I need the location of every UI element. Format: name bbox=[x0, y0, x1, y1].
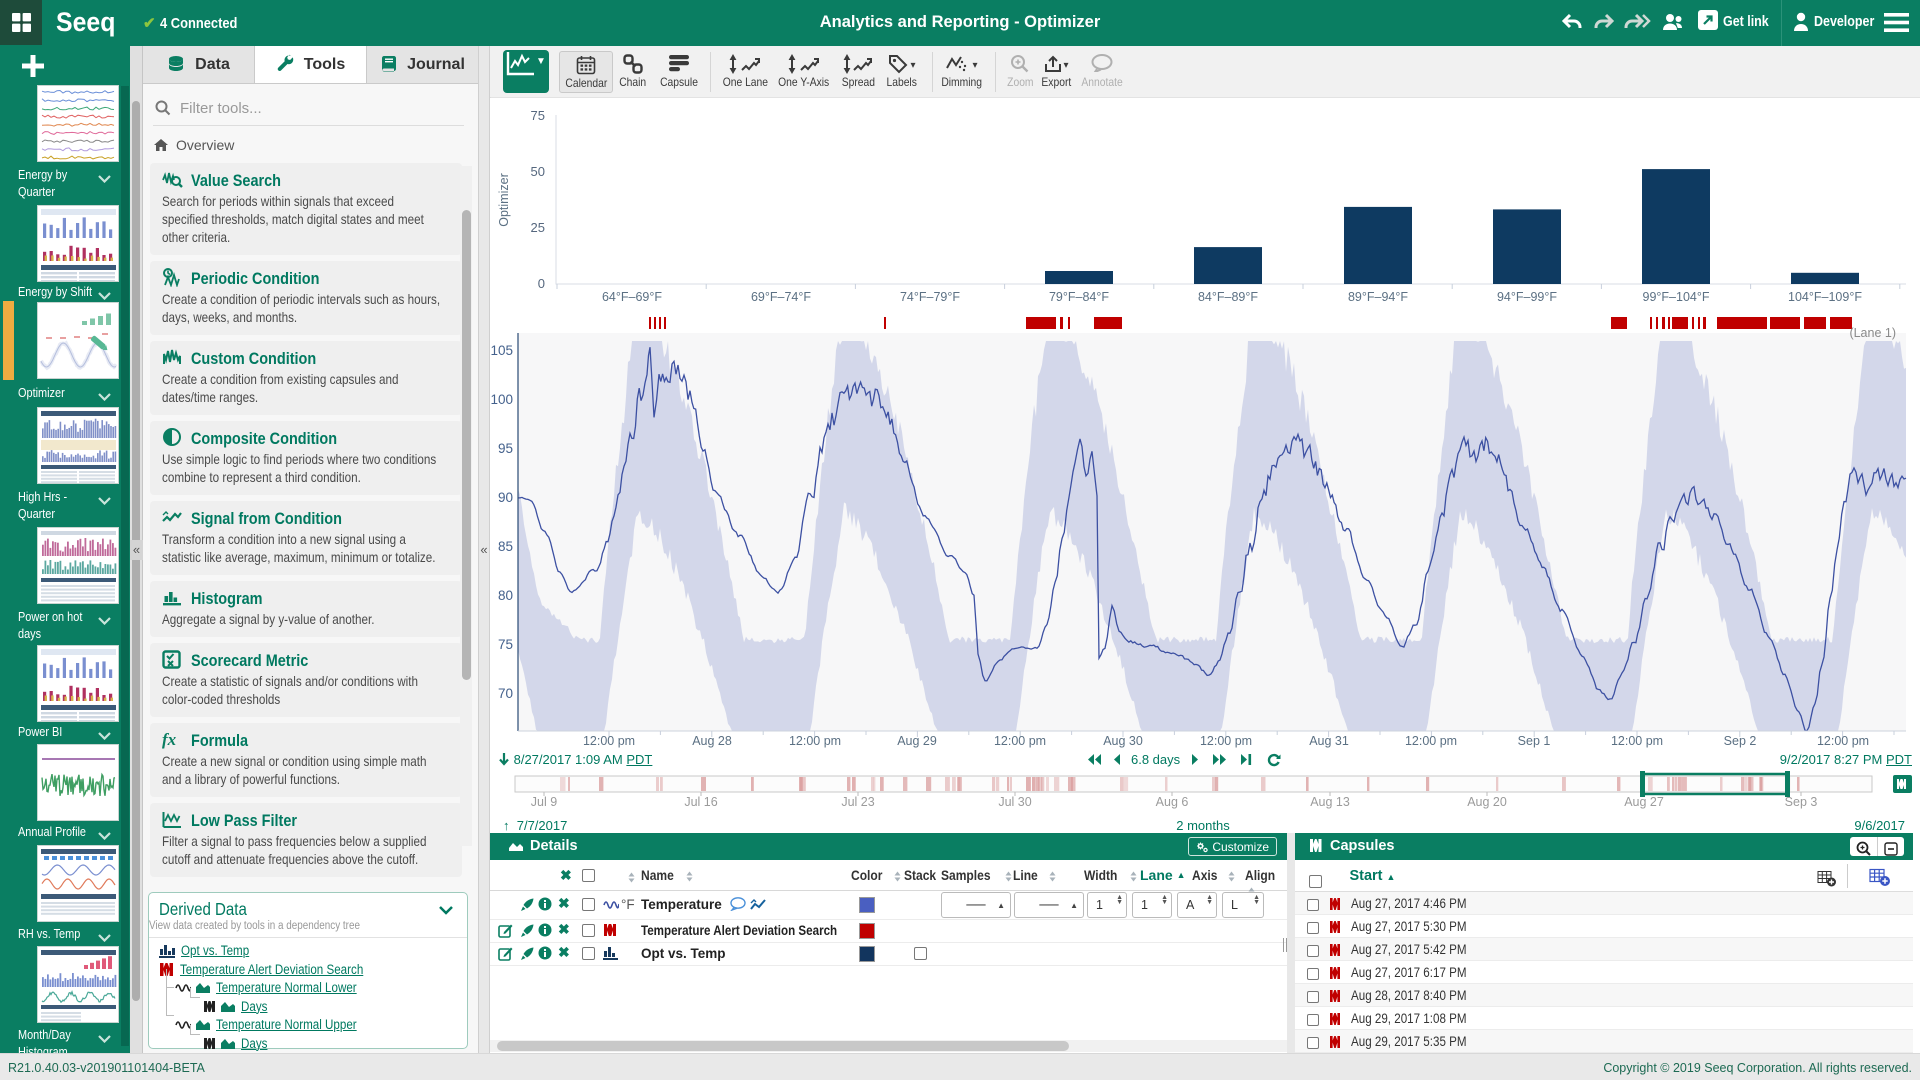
svg-text:95: 95 bbox=[498, 441, 513, 456]
svg-text:64°F–69°F: 64°F–69°F bbox=[602, 290, 662, 304]
svg-text:94°F–99°F: 94°F–99°F bbox=[1497, 290, 1557, 304]
svg-text:fx: fx bbox=[162, 730, 177, 749]
svg-text:2 months: 2 months bbox=[1176, 818, 1230, 833]
svg-text:9/6/2017: 9/6/2017 bbox=[1854, 818, 1905, 833]
svg-text:Jul 16: Jul 16 bbox=[684, 795, 717, 809]
svg-text:Sep 3: Sep 3 bbox=[1785, 795, 1818, 809]
svg-text:79°F–84°F: 79°F–84°F bbox=[1049, 290, 1109, 304]
svg-text:Jul 30: Jul 30 bbox=[998, 795, 1031, 809]
svg-text:74°F–79°F: 74°F–79°F bbox=[900, 290, 960, 304]
svg-text:Aug 28: Aug 28 bbox=[692, 734, 732, 748]
svg-text:100: 100 bbox=[490, 392, 513, 407]
svg-text:Aug 20: Aug 20 bbox=[1467, 795, 1507, 809]
svg-text:90: 90 bbox=[498, 490, 513, 505]
svg-text:70: 70 bbox=[498, 686, 513, 701]
svg-text:Aug 13: Aug 13 bbox=[1310, 795, 1350, 809]
svg-text:12:00 pm: 12:00 pm bbox=[583, 734, 635, 748]
svg-text:69°F–74°F: 69°F–74°F bbox=[751, 290, 811, 304]
svg-text:75: 75 bbox=[498, 637, 513, 652]
svg-text:25: 25 bbox=[531, 220, 545, 235]
svg-text:Sep 1: Sep 1 bbox=[1518, 734, 1551, 748]
svg-text:Aug 30: Aug 30 bbox=[1103, 734, 1143, 748]
svg-text:50: 50 bbox=[531, 164, 545, 179]
svg-text:104°F–109°F: 104°F–109°F bbox=[1788, 290, 1862, 304]
svg-text:12:00 pm: 12:00 pm bbox=[1405, 734, 1457, 748]
svg-text:Optimizer: Optimizer bbox=[497, 173, 511, 226]
svg-text:Aug 31: Aug 31 bbox=[1309, 734, 1349, 748]
svg-text:(Lane 1): (Lane 1) bbox=[1849, 326, 1896, 340]
svg-text:105: 105 bbox=[490, 343, 513, 358]
svg-text:Aug 6: Aug 6 bbox=[1156, 795, 1189, 809]
svg-text:↑ 7/7/2017: ↑ 7/7/2017 bbox=[503, 818, 567, 833]
svg-text:84°F–89°F: 84°F–89°F bbox=[1198, 290, 1258, 304]
svg-text:Sep 2: Sep 2 bbox=[1724, 734, 1757, 748]
svg-text:12:00 pm: 12:00 pm bbox=[1200, 734, 1252, 748]
svg-text:12:00 pm: 12:00 pm bbox=[789, 734, 841, 748]
svg-text:80: 80 bbox=[498, 588, 513, 603]
svg-text:12:00 pm: 12:00 pm bbox=[994, 734, 1046, 748]
svg-text:Jul 9: Jul 9 bbox=[531, 795, 557, 809]
svg-text:99°F–104°F: 99°F–104°F bbox=[1643, 290, 1710, 304]
svg-text:12:00 pm: 12:00 pm bbox=[1817, 734, 1869, 748]
svg-text:0: 0 bbox=[538, 276, 545, 291]
svg-text:85: 85 bbox=[498, 539, 513, 554]
svg-text:12:00 pm: 12:00 pm bbox=[1611, 734, 1663, 748]
svg-text:89°F–94°F: 89°F–94°F bbox=[1348, 290, 1408, 304]
svg-text:Aug 29: Aug 29 bbox=[897, 734, 937, 748]
svg-text:75: 75 bbox=[531, 108, 545, 123]
svg-text:Aug 27: Aug 27 bbox=[1624, 795, 1664, 809]
svg-text:Jul 23: Jul 23 bbox=[841, 795, 874, 809]
